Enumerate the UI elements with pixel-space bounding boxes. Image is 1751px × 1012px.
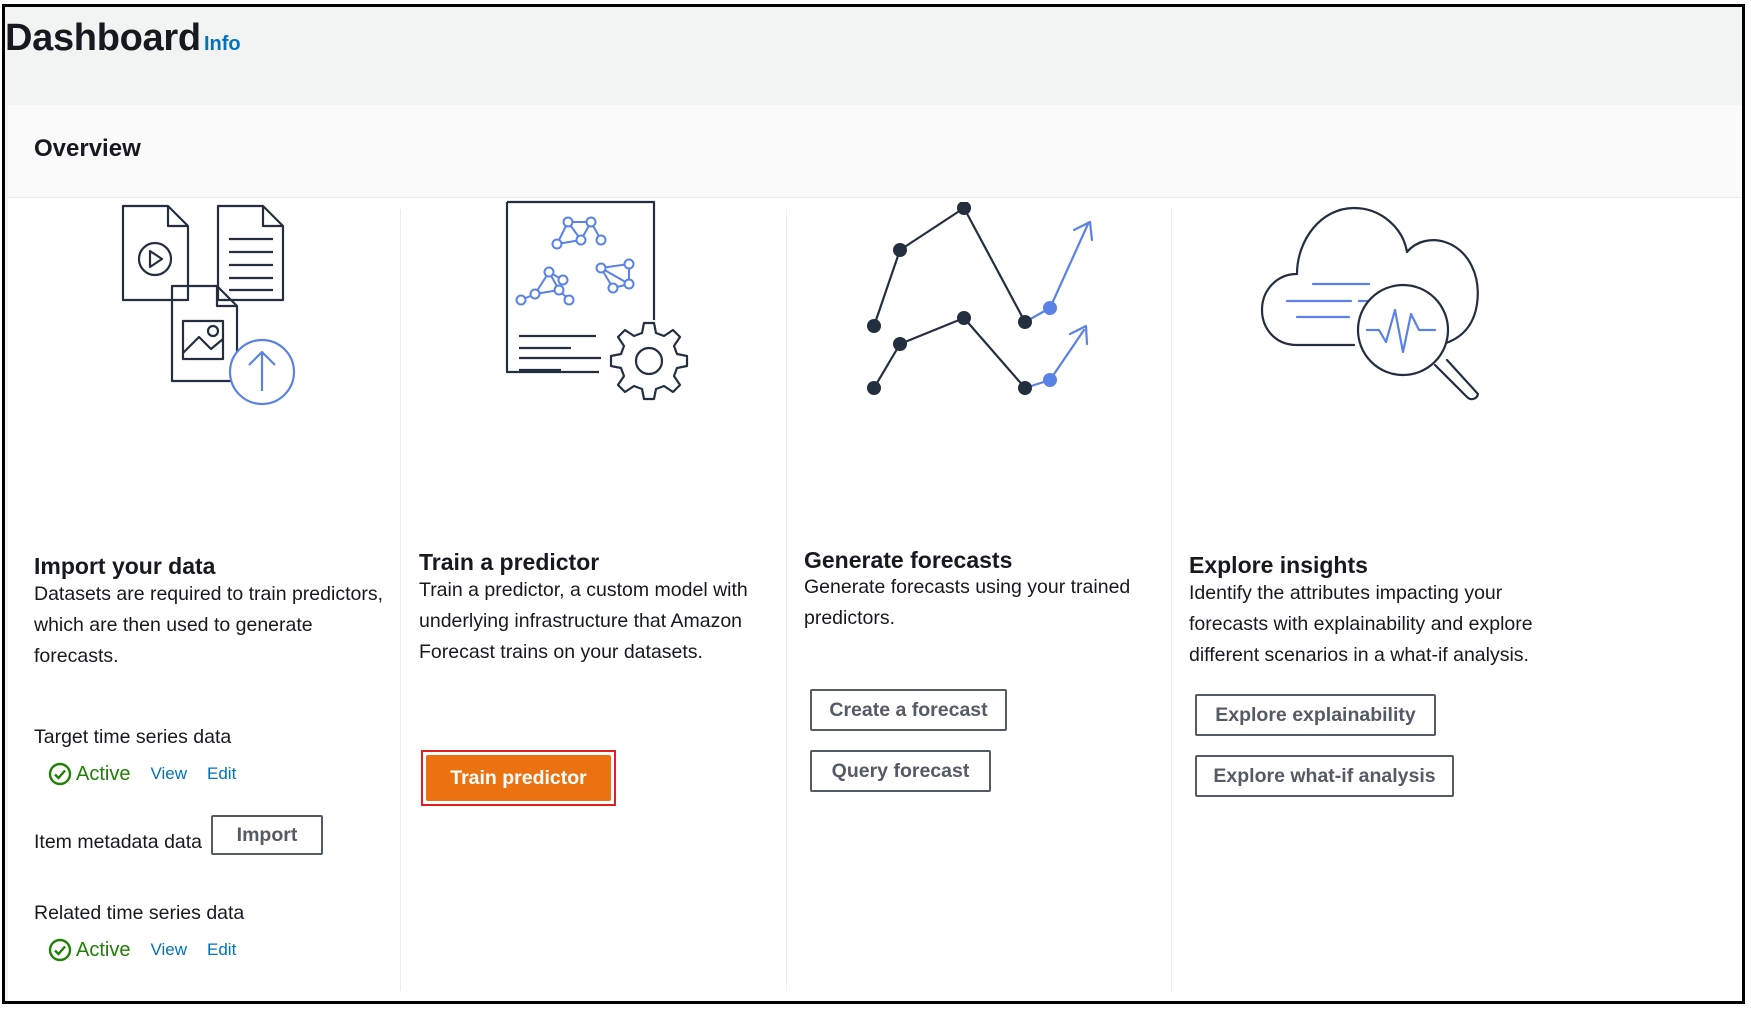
insights-heading: Explore insights bbox=[1189, 552, 1368, 578]
insights-description: Identify the attributes impacting your f… bbox=[1189, 582, 1533, 666]
explore-whatif-button[interactable]: Explore what-if analysis bbox=[1195, 755, 1454, 797]
forecast-chart-icon bbox=[867, 202, 1094, 395]
create-forecast-button[interactable]: Create a forecast bbox=[810, 689, 1007, 731]
train-predictor-icon bbox=[505, 200, 689, 401]
related-view-link[interactable]: View bbox=[150, 940, 187, 960]
related-edit-link[interactable]: Edit bbox=[207, 940, 236, 960]
related-dataset-status: Active View Edit bbox=[48, 938, 256, 962]
cloud-insights-icon bbox=[1260, 206, 1480, 401]
overview-header: Overview bbox=[8, 105, 1742, 198]
explore-explainability-button[interactable]: Explore explainability bbox=[1195, 694, 1436, 736]
page-title: Dashboard bbox=[5, 17, 201, 59]
overview-panel: Overview Import your data Datasets are r… bbox=[8, 105, 1742, 1001]
import-heading: Import your data bbox=[34, 553, 216, 579]
import-description: Datasets are required to train predictor… bbox=[34, 583, 384, 667]
app-frame: Dashboard Info Overview Import your data… bbox=[2, 4, 1745, 1004]
target-edit-link[interactable]: Edit bbox=[207, 764, 236, 784]
check-circle-icon bbox=[48, 938, 72, 962]
info-link[interactable]: Info bbox=[204, 33, 241, 56]
import-data-icon bbox=[121, 204, 296, 406]
item-metadata-label: Item metadata data bbox=[34, 831, 203, 853]
target-view-link[interactable]: View bbox=[150, 764, 187, 784]
train-description: Train a predictor, a custom model with u… bbox=[419, 579, 748, 663]
target-status-text: Active bbox=[76, 762, 131, 785]
import-column: Import your data Datasets are required t… bbox=[8, 197, 400, 1001]
target-dataset-status: Active View Edit bbox=[48, 762, 256, 786]
related-status-text: Active bbox=[76, 938, 131, 961]
query-forecast-button[interactable]: Query forecast bbox=[810, 750, 991, 792]
target-dataset-label: Target time series data bbox=[34, 726, 232, 748]
forecast-column: Generate forecasts Generate forecasts us… bbox=[787, 197, 1171, 1001]
import-button[interactable]: Import bbox=[211, 815, 323, 855]
forecast-heading: Generate forecasts bbox=[804, 547, 1013, 573]
related-dataset-label: Related time series data bbox=[34, 902, 245, 924]
train-heading: Train a predictor bbox=[419, 549, 600, 575]
forecast-description: Generate forecasts using your trained pr… bbox=[804, 576, 1131, 629]
insights-column: Explore insights Identify the attributes… bbox=[1172, 197, 1742, 1001]
train-predictor-button[interactable]: Train predictor bbox=[426, 755, 611, 801]
page-header: Dashboard Info bbox=[5, 7, 1742, 105]
train-column: Train a predictor Train a predictor, a c… bbox=[401, 197, 786, 1001]
check-circle-icon bbox=[48, 762, 72, 786]
overview-title: Overview bbox=[34, 135, 141, 162]
